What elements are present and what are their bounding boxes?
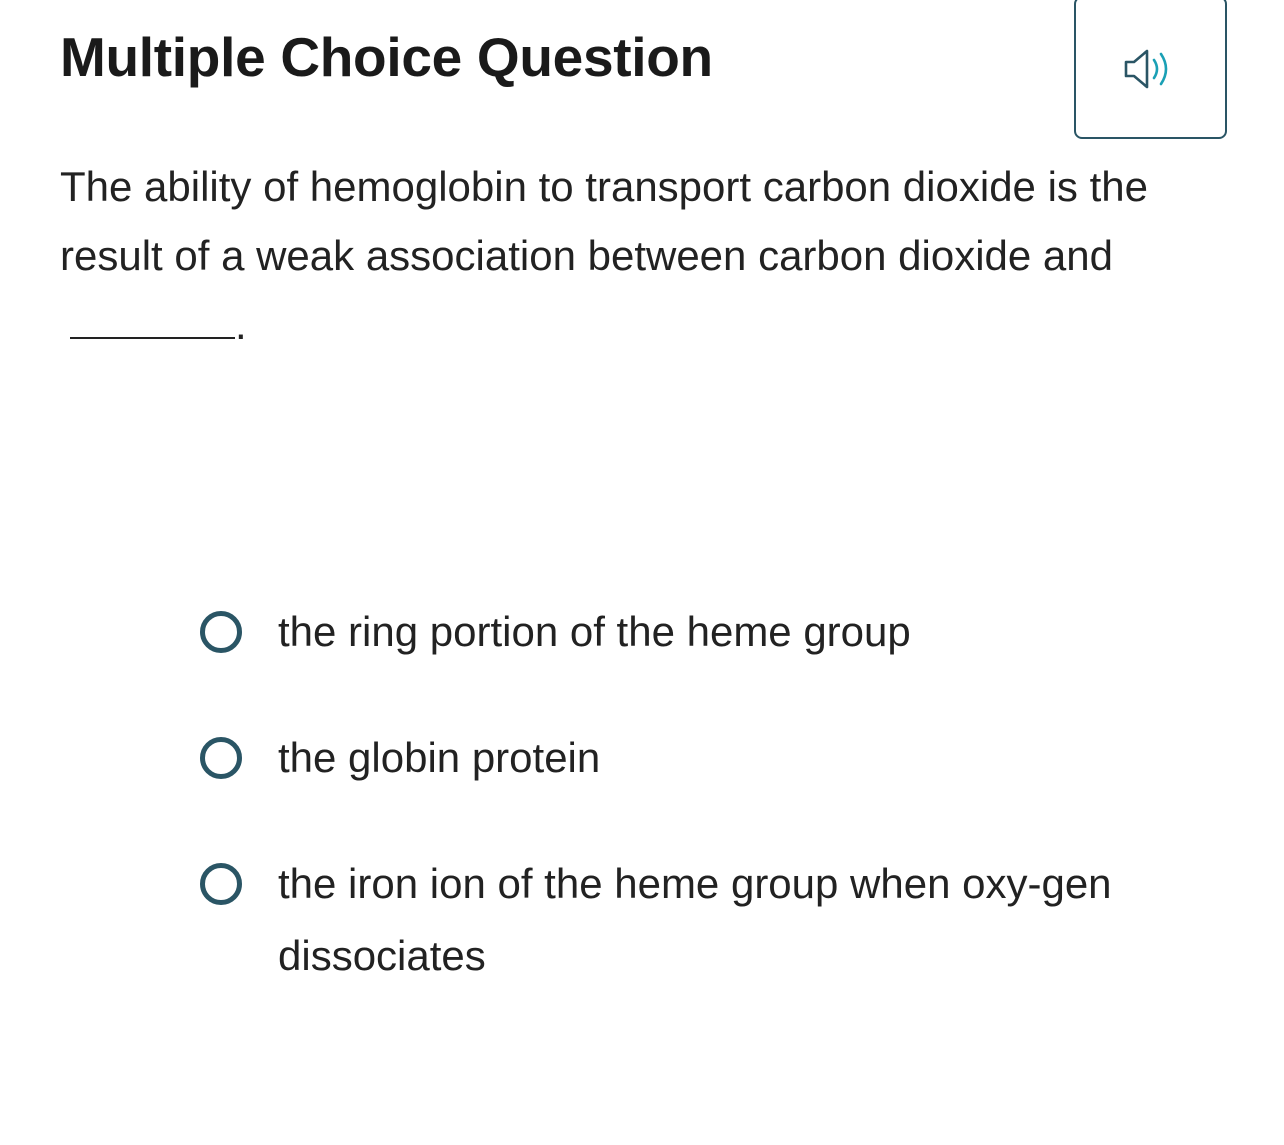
radio-button[interactable] [200, 863, 242, 905]
question-suffix: . [235, 301, 247, 348]
answer-option-label: the globin protein [278, 734, 601, 781]
speaker-icon [1123, 37, 1179, 98]
read-aloud-button[interactable] [1074, 0, 1227, 139]
answer-option[interactable]: the globin protein [200, 722, 1240, 848]
answer-options: the ring portion of the heme group the g… [200, 596, 1240, 992]
question-text: The ability of hemoglobin to transport c… [60, 163, 1148, 279]
answer-option[interactable]: the iron ion of the heme group when oxy-… [200, 848, 1240, 992]
radio-button[interactable] [200, 611, 242, 653]
question-prompt: The ability of hemoglobin to transport c… [60, 152, 1240, 359]
answer-option-label: the iron ion of the heme group when oxy-… [278, 860, 1112, 979]
page-title: Multiple Choice Question [60, 26, 713, 88]
answer-option[interactable]: the ring portion of the heme group [200, 596, 1240, 722]
answer-option-label: the ring portion of the heme group [278, 608, 911, 655]
radio-button[interactable] [200, 737, 242, 779]
answer-blank [70, 305, 235, 339]
